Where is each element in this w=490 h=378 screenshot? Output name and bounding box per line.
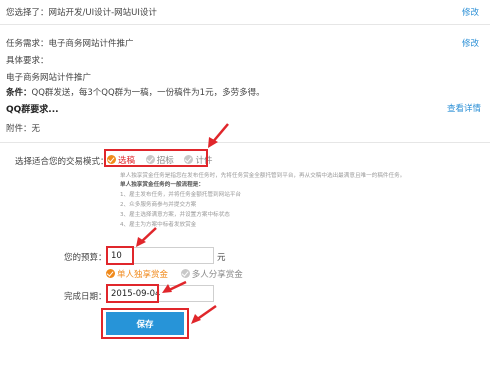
- arrow-icon: [191, 314, 201, 324]
- qq-requirement: QQ群要求...: [6, 105, 59, 115]
- arrow-icon: [136, 237, 146, 247]
- condition-label: 条件：: [6, 88, 32, 98]
- condition-text: QQ群发送，每3个QQ群为一稿，一份稿件为1元，多劳多得。: [31, 88, 265, 98]
- reward-option-multi[interactable]: 多人分享赏金: [180, 269, 243, 280]
- task-requirement: 任务需求：电子商务网站计件推广: [6, 39, 134, 49]
- divider: [0, 142, 490, 143]
- attachment-info: 附件：无: [6, 124, 41, 134]
- process-step: 4、雇主为方案中标者发放赏金: [120, 222, 197, 228]
- arrow-icon: [195, 304, 217, 322]
- process-step: 2、众多服务商参与并提交方案: [120, 202, 197, 208]
- mode-label: 选择适合您的交易模式：: [15, 157, 109, 167]
- date-label: 完成日期：: [64, 292, 107, 302]
- check-circle-icon: [106, 269, 115, 278]
- detail-label: 具体要求：: [6, 56, 49, 66]
- highlight-box: [106, 246, 134, 265]
- condition-row: 条件：QQ群发送，每3个QQ群为一稿，一份稿件为1元，多劳多得。: [6, 86, 265, 98]
- budget-label: 您的预算：: [64, 253, 107, 263]
- highlight-box: [101, 308, 189, 339]
- check-circle-icon: [180, 269, 190, 278]
- highlight-box: [106, 284, 159, 303]
- edit-selection-link[interactable]: 修改: [462, 6, 479, 18]
- selection-summary: 您选择了：网站开发/UI设计-网站UI设计: [6, 8, 157, 18]
- process-step: 1、雇主发布任务，并将任务金额托管到网站平台: [120, 192, 242, 198]
- reward-options: 单人独享赏金 多人分享赏金: [106, 268, 243, 280]
- divider: [0, 24, 490, 25]
- detail-text: 电子商务网站计件推广: [6, 73, 92, 83]
- budget-unit: 元: [217, 253, 226, 263]
- edit-task-link[interactable]: 修改: [462, 37, 479, 49]
- process-step: 3、雇主选择满意方案，并设置方案中标状态: [120, 212, 230, 218]
- process-title: 单人独享赏金任务的一般流程是：: [120, 182, 204, 188]
- arrow-icon: [211, 123, 229, 144]
- annotation-arrows: [136, 123, 229, 324]
- reward-option-single[interactable]: 单人独享赏金: [106, 269, 168, 280]
- arrow-icon: [139, 227, 157, 244]
- view-detail-link[interactable]: 查看详情: [447, 102, 481, 114]
- highlight-box: [104, 149, 208, 167]
- mode-description: 单人独享赏金任务是指您在发布任务时，先将任务赏金全额托管到平台，再从交稿中选出最…: [120, 173, 406, 179]
